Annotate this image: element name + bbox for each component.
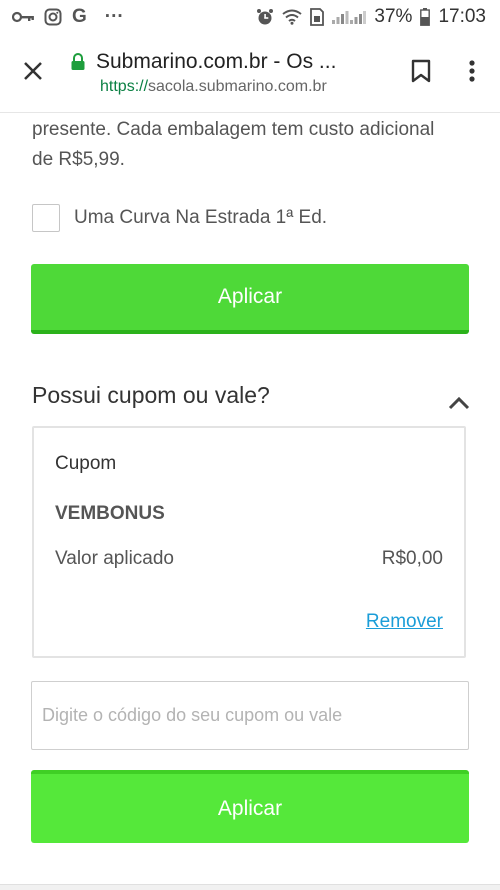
url-host: sacola.submarino.com.br (148, 78, 327, 95)
coupon-section-heading[interactable]: Possui cupom ou vale? (32, 382, 270, 409)
url-scheme: https:// (100, 78, 149, 95)
signal-icon (332, 9, 367, 25)
coupon-code: VEMBONUS (55, 503, 165, 524)
page-title: Submarino.com.br - Os ... (96, 50, 337, 73)
bookmark-button[interactable] (398, 34, 444, 112)
gift-wrap-item-label[interactable]: Uma Curva Na Estrada 1ª Ed. (74, 207, 327, 229)
applied-value: R$0,00 (381, 548, 443, 569)
google-icon: G (72, 6, 87, 27)
coupon-card-label: Cupom (55, 453, 117, 474)
close-tab-button[interactable] (0, 34, 66, 112)
more-vert-icon (469, 59, 475, 87)
status-bar: G ··· 37% 17:03 (0, 0, 500, 34)
battery-percent: 37% (374, 6, 413, 27)
applied-value-label: Valor aplicado (55, 548, 175, 569)
gift-wrap-item-option[interactable]: Uma Curva Na Estrada 1ª Ed. (32, 204, 327, 232)
gift-wrap-description: presente. Cada embalagem tem custo adici… (32, 119, 435, 170)
instagram-icon (44, 8, 62, 26)
browser-toolbar: Submarino.com.br - Os ... https://sacola… (0, 34, 500, 113)
more-notifications: ··· (104, 6, 124, 27)
bottom-divider (0, 884, 500, 890)
url-area[interactable]: Submarino.com.br - Os ... https://sacola… (66, 50, 398, 96)
sim-icon (310, 8, 325, 26)
alarm-icon (256, 8, 274, 26)
wifi-icon (282, 9, 303, 25)
gift-wrap-checkbox[interactable] (32, 204, 60, 232)
remove-coupon-link[interactable]: Remover (366, 611, 443, 633)
applied-coupon-card: Cupom VEMBONUS Valor aplicado R$0,00 Rem… (32, 426, 466, 658)
apply-coupon-button[interactable]: Aplicar (31, 770, 469, 843)
close-icon (23, 61, 43, 86)
battery-icon (420, 8, 431, 26)
coupon-code-input[interactable] (31, 681, 469, 750)
apply-gift-wrap-button[interactable]: Aplicar (31, 264, 469, 334)
clock: 17:03 (438, 6, 486, 27)
page-url: https://sacola.submarino.com.br (100, 78, 398, 96)
more-options-button[interactable] (444, 34, 500, 112)
lock-icon (70, 53, 86, 71)
chevron-up-icon[interactable] (444, 392, 474, 414)
key-icon (12, 11, 34, 23)
bookmark-icon (411, 59, 431, 88)
